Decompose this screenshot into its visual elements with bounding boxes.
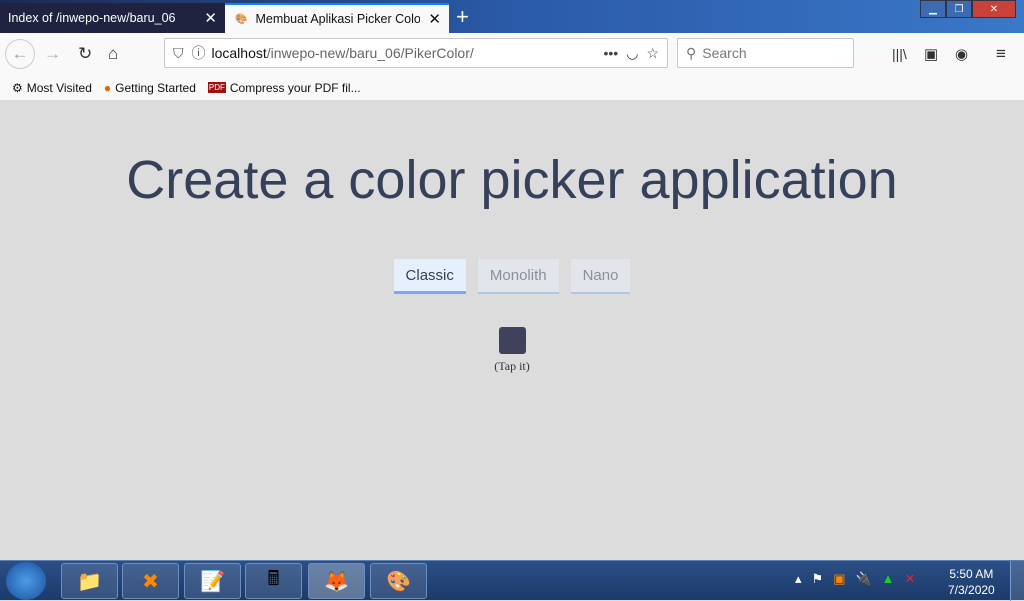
url-bar[interactable]: ⛉ ⓘ localhost/inwepo-new/baru_06/PikerCo… [164, 38, 668, 68]
tab-title: Membuat Aplikasi Picker Color [255, 12, 421, 26]
clock[interactable]: 5:50 AM 7/3/2020 [948, 566, 995, 598]
gear-icon: ⚙ [12, 80, 23, 95]
xampp-taskbar-icon[interactable]: ✖ [122, 563, 179, 599]
close-window-button[interactable]: ✕ [972, 0, 1016, 18]
account-icon[interactable]: ◉ [955, 45, 968, 63]
info-icon: ⓘ [191, 45, 206, 61]
flag-icon[interactable]: ⚑ [812, 571, 824, 587]
taskbar: 📁 ✖ 📝 🖩 🦊 🎨 ▴ ⚑ ▣ 🔌 ▲ ✕ 5:50 AM 7/3/2020 [0, 560, 1024, 601]
url-path: /inwepo-new/baru_06/PikerColor/ [266, 45, 474, 61]
palette-icon: 🎨 [235, 13, 248, 25]
color-picker-swatch[interactable] [499, 327, 526, 354]
tap-hint: (Tap it) [494, 359, 530, 373]
explorer-taskbar-icon[interactable]: 📁 [61, 563, 118, 599]
triangle-app-icon[interactable]: ▲ [882, 571, 895, 587]
home-button[interactable]: ⌂ [108, 44, 118, 64]
url-host: localhost [211, 45, 267, 61]
theme-classic-button[interactable]: Classic [393, 259, 466, 294]
star-icon[interactable]: ☆ [646, 45, 659, 62]
reload-button[interactable]: ↻ [78, 44, 92, 64]
navigation-toolbar: ← → ↻ ⌂ ⛉ ⓘ localhost/inwepo-new/baru_06… [0, 33, 1024, 75]
menu-icon[interactable]: ≡ [996, 44, 1006, 64]
bookmarks-bar: ⚙ Most Visited ● Getting Started PDF Compre… [0, 75, 1024, 101]
network-icon[interactable]: ✕ [905, 571, 916, 587]
show-hidden-icon[interactable]: ▴ [795, 571, 802, 587]
maximize-button[interactable]: ❐ [946, 0, 972, 18]
theme-nano-button[interactable]: Nano [570, 259, 631, 294]
minimize-button[interactable]: ▁ [920, 0, 946, 18]
close-icon[interactable]: ✕ [204, 9, 217, 27]
back-button[interactable]: ← [5, 39, 35, 69]
theme-monolith-button[interactable]: Monolith [477, 259, 559, 294]
close-icon[interactable]: ✕ [428, 10, 441, 28]
power-icon[interactable]: 🔌 [855, 571, 871, 587]
new-tab-button[interactable]: + [456, 4, 469, 30]
date: 7/3/2020 [948, 583, 995, 597]
bookmark-getting-started[interactable]: Getting Started [115, 81, 196, 95]
theme-tabs: Classic Monolith Nano [0, 259, 1024, 294]
page-title: Create a color picker application [126, 150, 898, 210]
search-placeholder: Search [702, 45, 747, 61]
pdf-icon: PDF [207, 82, 226, 93]
more-icon[interactable]: ••• [604, 45, 619, 61]
window-controls: ▁ ❐ ✕ [920, 0, 1016, 18]
tab-picker-color[interactable]: 🎨 Membuat Aplikasi Picker Color ✕ [225, 3, 449, 33]
search-input[interactable]: ⚲ Search [677, 38, 854, 68]
calculator-taskbar-icon[interactable]: 🖩 [245, 563, 302, 599]
system-tray: ▴ ⚑ ▣ 🔌 ▲ ✕ [795, 571, 915, 587]
firefox-taskbar-icon[interactable]: 🦊 [308, 563, 365, 599]
library-icon[interactable]: |||\ [892, 46, 907, 62]
notepadpp-taskbar-icon[interactable]: 📝 [184, 563, 241, 599]
page-content: Create a color picker application Classi… [0, 101, 1024, 560]
sidebar-icon[interactable]: ▣ [924, 45, 938, 63]
time: 5:50 AM [949, 567, 994, 581]
paint-taskbar-icon[interactable]: 🎨 [370, 563, 427, 599]
tab-bar: Index of /inwepo-new/baru_06 ✕ 🎨 Membuat A… [0, 0, 1024, 33]
search-icon: ⚲ [686, 44, 697, 61]
show-desktop-button[interactable] [1010, 561, 1024, 601]
firefox-icon: ● [103, 80, 112, 95]
tab-title: Index of /inwepo-new/baru_06 [8, 11, 176, 25]
bookmark-compress-pdf[interactable]: Compress your PDF fil... [230, 81, 361, 95]
bookmark-most-visited[interactable]: Most Visited [27, 81, 92, 95]
shield-icon: ⛉ [173, 44, 184, 61]
start-button[interactable] [6, 562, 46, 600]
tab-index[interactable]: Index of /inwepo-new/baru_06 ✕ [0, 3, 225, 33]
pocket-icon[interactable]: ◡ [626, 45, 638, 62]
xampp-tray-icon[interactable]: ▣ [833, 571, 845, 587]
forward-button[interactable]: → [44, 44, 61, 64]
